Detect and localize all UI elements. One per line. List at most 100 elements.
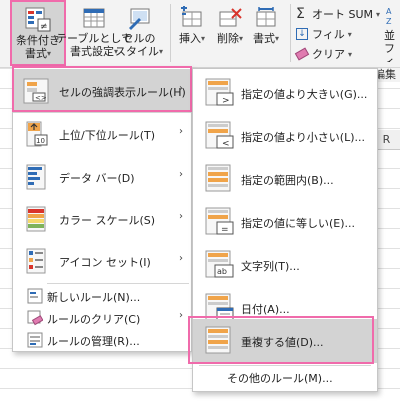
submenu-item-text-contains[interactable]: ab 文字列(T)... bbox=[193, 244, 377, 286]
chevron-down-icon: ▾ bbox=[376, 9, 381, 19]
conditional-formatting-label-2-row: 書式 ▾ bbox=[25, 47, 51, 60]
menu-item-data-bars[interactable]: データ バー(D) › bbox=[13, 157, 191, 197]
menu-item-label: アイコン セット(I) bbox=[59, 256, 151, 269]
delete-cells-icon bbox=[219, 8, 242, 27]
menu-item-label: セルの強調表示ルール(H) bbox=[59, 86, 186, 99]
insert-cells-icon bbox=[181, 6, 202, 27]
sort-filter-icon: A Z bbox=[386, 7, 392, 26]
insert-label-row: 挿入 ▾ bbox=[179, 32, 205, 45]
delete-label-row: 削除 ▾ bbox=[217, 32, 243, 45]
equal-to-icon: = bbox=[205, 207, 234, 235]
chevron-right-icon: › bbox=[179, 211, 183, 222]
format-as-table-icon bbox=[83, 8, 105, 28]
menu-item-color-scales[interactable]: カラー スケール(S) › bbox=[13, 199, 191, 239]
svg-text:<>: <> bbox=[35, 94, 47, 102]
submenu-item-label: 重複する値(D)... bbox=[241, 336, 324, 349]
between-icon bbox=[205, 164, 231, 192]
ribbon-separator bbox=[290, 4, 291, 62]
clear-rules-icon bbox=[27, 310, 43, 326]
conditional-formatting-icon: ≠ bbox=[25, 7, 51, 32]
svg-text:=: = bbox=[221, 225, 229, 235]
submenu-item-label: 指定の範囲内(B)... bbox=[241, 174, 334, 187]
menu-item-manage-rules[interactable]: ルールの管理(R)... bbox=[13, 329, 191, 351]
icon-sets-icon bbox=[26, 248, 46, 274]
ribbon-separator bbox=[170, 4, 171, 62]
conditional-formatting-label-1: 条件付き bbox=[16, 34, 60, 47]
chevron-right-icon: › bbox=[179, 253, 183, 264]
submenu-item-greater-than[interactable]: > 指定の値より大きい(G)... bbox=[193, 72, 377, 114]
eraser-icon bbox=[294, 47, 310, 61]
format-button[interactable]: 書式 ▾ bbox=[248, 2, 284, 54]
conditional-formatting-menu: <> セルの強調表示ルール(H) › 10 上位/下位ルール(T) › データ … bbox=[12, 66, 192, 352]
menu-item-new-rule[interactable]: 新しいルール(N)... bbox=[13, 285, 191, 307]
submenu-item-duplicate-values[interactable]: 重複する値(D)... bbox=[193, 319, 377, 363]
menu-item-icon-sets[interactable]: アイコン セット(I) › bbox=[13, 241, 191, 281]
ribbon: ≠ 条件付き 書式 ▾ テーブルとして 書式設定 ▾ セルの スタイル ▾ 挿入… bbox=[0, 0, 400, 68]
svg-text:10: 10 bbox=[36, 137, 45, 145]
insert-button[interactable]: 挿入 ▾ bbox=[174, 2, 210, 54]
svg-text:ab: ab bbox=[217, 267, 227, 276]
autosum-label: オート SUM bbox=[312, 8, 374, 21]
fill-down-icon: ↓ bbox=[296, 28, 308, 40]
chevron-down-icon: ▾ bbox=[347, 29, 352, 39]
submenu-item-label: 指定の値より大きい(G)... bbox=[241, 88, 368, 101]
svg-text:A: A bbox=[386, 7, 392, 16]
submenu-item-label: 指定の値に等しい(E)... bbox=[241, 217, 356, 230]
chevron-down-icon: ▾ bbox=[348, 49, 353, 59]
data-bars-icon bbox=[26, 164, 46, 190]
cell-styles-label-2: スタイル bbox=[114, 45, 159, 58]
autosum-button[interactable]: Σ オート SUM ▾ bbox=[296, 6, 380, 22]
sort-filter-label-2: フィ bbox=[384, 42, 395, 62]
format-cells-icon bbox=[256, 7, 276, 27]
sigma-icon: Σ bbox=[296, 6, 305, 22]
submenu-item-label: 指定の値より小さい(L)... bbox=[241, 131, 365, 144]
format-label: 書式 bbox=[252, 32, 275, 45]
cell-styles-label-2-row: スタイル ▾ bbox=[115, 45, 163, 58]
chevron-down-icon: ▾ bbox=[238, 34, 243, 43]
submenu-item-equal-to[interactable]: = 指定の値に等しい(E)... bbox=[193, 201, 377, 243]
svg-text:>: > bbox=[222, 96, 230, 106]
text-contains-icon: ab bbox=[205, 250, 234, 278]
sort-filter-label-1: 並 bbox=[384, 29, 395, 42]
menu-item-label: ルールのクリア(C) bbox=[47, 313, 141, 326]
format-label-row: 書式 ▾ bbox=[253, 32, 279, 45]
cell-styles-button[interactable]: セルの スタイル ▾ bbox=[114, 2, 164, 64]
chevron-down-icon: ▾ bbox=[200, 34, 205, 43]
color-scales-icon bbox=[26, 206, 46, 232]
duplicate-values-icon bbox=[205, 326, 231, 354]
manage-rules-icon bbox=[27, 332, 43, 348]
menu-item-label: カラー スケール(S) bbox=[59, 214, 156, 227]
clear-button[interactable]: クリア ▾ bbox=[294, 46, 353, 62]
submenu-separator bbox=[199, 365, 371, 366]
chevron-right-icon: › bbox=[179, 169, 183, 180]
submenu-item-less-than[interactable]: < 指定の値より小さい(L)... bbox=[193, 115, 377, 157]
svg-text:<: < bbox=[222, 139, 230, 149]
fill-label: フィル bbox=[312, 28, 345, 41]
menu-item-clear-rules[interactable]: ルールのクリア(C) › bbox=[13, 307, 191, 329]
chevron-right-icon: › bbox=[179, 310, 183, 321]
cell-styles-label-1: セルの bbox=[122, 32, 156, 45]
menu-item-top-bottom-rules[interactable]: 10 上位/下位ルール(T) › bbox=[13, 115, 191, 153]
fill-button[interactable]: ↓ フィル ▾ bbox=[296, 26, 352, 42]
sort-filter-button[interactable]: A Z 並 フィ bbox=[384, 2, 400, 62]
cell-styles-icon bbox=[129, 8, 150, 30]
delete-button[interactable]: 削除 ▾ bbox=[212, 2, 248, 54]
new-rule-icon bbox=[27, 288, 43, 304]
submenu-item-between[interactable]: 指定の範囲内(B)... bbox=[193, 158, 377, 200]
format-as-table-label-2: 書式設定 bbox=[69, 45, 114, 58]
delete-label: 削除 bbox=[216, 32, 239, 45]
conditional-formatting-label-2: 書式 bbox=[24, 47, 47, 60]
chevron-down-icon: ▾ bbox=[46, 49, 51, 58]
submenu-item-more-rules[interactable]: その他のルール(M)... bbox=[193, 367, 377, 389]
menu-item-label: 新しいルール(N)... bbox=[47, 291, 141, 304]
menu-item-highlight-cells-rules[interactable]: <> セルの強調表示ルール(H) › bbox=[13, 69, 191, 113]
menu-item-label: データ バー(D) bbox=[59, 172, 135, 185]
menu-item-label: ルールの管理(R)... bbox=[47, 335, 140, 348]
svg-text:Z: Z bbox=[386, 17, 392, 26]
chevron-right-icon: › bbox=[179, 126, 183, 137]
submenu-footer-label: その他のルール(M)... bbox=[227, 372, 333, 385]
menu-separator bbox=[47, 283, 189, 284]
chevron-right-icon: › bbox=[179, 83, 183, 94]
top-bottom-rules-icon: 10 bbox=[26, 121, 48, 147]
menu-item-label: 上位/下位ルール(T) bbox=[59, 129, 156, 142]
